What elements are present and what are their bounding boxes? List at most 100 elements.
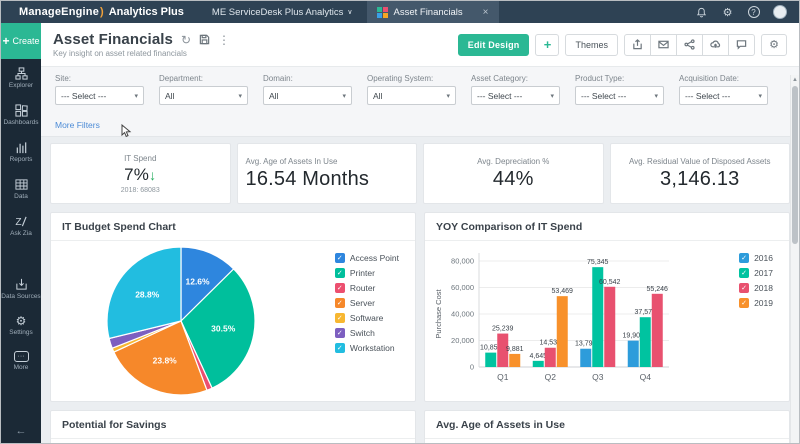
filter-site: Site: --- Select ---▾ <box>55 74 144 105</box>
it-budget-pie-chart[interactable]: 12.6%30.5%23.8%28.8% <box>103 243 259 399</box>
bar-2016-Q3[interactable] <box>580 349 591 367</box>
site-select[interactable]: --- Select ---▾ <box>55 86 144 105</box>
edit-design-button[interactable]: Edit Design <box>458 34 530 56</box>
bar-2018-Q2[interactable] <box>545 348 556 367</box>
sidebar-item-dashboards[interactable]: Dashboards <box>1 96 41 133</box>
legend-checkbox-icon: ✓ <box>335 313 345 323</box>
kpi-avg-age-assets[interactable]: Avg. Age of Assets In Use 16.54 Months <box>237 143 418 204</box>
sidebar-item-more[interactable]: ··· More <box>1 343 41 378</box>
yoy-bar-chart[interactable]: 020,00040,00060,00080,000Purchase CostQ1… <box>431 243 731 399</box>
data-sources-icon <box>15 278 28 291</box>
comment-button[interactable] <box>728 34 755 56</box>
legend-checkbox-icon: ✓ <box>335 328 345 338</box>
tab-asset-financials[interactable]: Asset Financials × <box>367 1 499 23</box>
legend-item-server[interactable]: ✓Server <box>335 298 399 308</box>
reports-bars-icon <box>15 141 28 154</box>
svg-text:4,645: 4,645 <box>529 353 547 360</box>
save-icon[interactable] <box>199 34 210 45</box>
more-filters-link[interactable]: More Filters <box>55 120 100 130</box>
legend-item-router[interactable]: ✓Router <box>335 283 399 293</box>
data-table-icon <box>15 178 28 191</box>
filter-product-type: Product Type: --- Select ---▾ <box>575 74 664 105</box>
legend-checkbox-icon: ✓ <box>335 253 345 263</box>
legend-item-2017[interactable]: ✓2017 <box>739 268 773 278</box>
legend-item-2018[interactable]: ✓2018 <box>739 283 773 293</box>
bar-2017-Q1[interactable] <box>485 353 496 367</box>
legend-item-2016[interactable]: ✓2016 <box>739 253 773 263</box>
filter-domain: Domain: All▾ <box>263 74 352 105</box>
kpi-avg-residual-value[interactable]: Avg. Residual Value of Disposed Assets 3… <box>610 143 791 204</box>
legend-item-access-point[interactable]: ✓Access Point <box>335 253 399 263</box>
help-icon[interactable]: ? <box>747 6 760 19</box>
bar-2017-Q4[interactable] <box>640 317 651 367</box>
sidebar-item-data-sources[interactable]: Data Sources <box>1 270 41 307</box>
create-button[interactable]: + Create <box>1 23 41 59</box>
potential-savings-title: Potential for Savings <box>51 411 415 439</box>
scroll-up-icon[interactable]: ▲ <box>791 75 799 85</box>
legend-item-workstation[interactable]: ✓Workstation <box>335 343 399 353</box>
workspace-switcher[interactable]: ME ServiceDesk Plus Analytics ∨ <box>198 1 367 23</box>
brand-logo[interactable]: ManageEngine)Analytics Plus <box>1 1 198 23</box>
filter-operating-system: Operating System: All▾ <box>367 74 456 105</box>
legend-item-software[interactable]: ✓Software <box>335 313 399 323</box>
svg-text:80,000: 80,000 <box>451 257 474 266</box>
svg-text:55,246: 55,246 <box>647 286 669 293</box>
gear-icon[interactable]: ⚙ <box>721 6 734 19</box>
operating-system-select[interactable]: All▾ <box>367 86 456 105</box>
department-select[interactable]: All▾ <box>159 86 248 105</box>
dashboard-tab-icon <box>377 7 388 18</box>
tab-close-icon[interactable]: × <box>483 7 489 18</box>
share-button[interactable] <box>676 34 703 56</box>
email-button[interactable] <box>650 34 677 56</box>
asset-category-select[interactable]: --- Select ---▾ <box>471 86 560 105</box>
svg-text:40,000: 40,000 <box>451 310 474 319</box>
legend-item-2019[interactable]: ✓2019 <box>739 298 773 308</box>
brand-manageengine: ManageEngine <box>19 6 99 18</box>
kpi-avg-depreciation[interactable]: Avg. Depreciation % 44% <box>423 143 604 204</box>
vertical-scrollbar[interactable]: ▲ <box>790 75 799 444</box>
legend-item-switch[interactable]: ✓Switch <box>335 328 399 338</box>
scrollbar-thumb[interactable] <box>792 86 798 244</box>
bar-2018-Q4[interactable] <box>652 294 663 367</box>
refresh-icon[interactable]: ↻ <box>181 33 191 47</box>
legend-item-printer[interactable]: ✓Printer <box>335 268 399 278</box>
kpi-it-spend[interactable]: IT Spend 7%↓ 2018: 68083 <box>50 143 231 204</box>
sidebar-item-settings[interactable]: ⚙ Settings <box>1 307 41 343</box>
legend-checkbox-icon: ✓ <box>335 268 345 278</box>
sidebar-item-ask-zia[interactable]: Z Ask Zia <box>1 207 41 244</box>
zia-icon: Z <box>14 215 28 228</box>
bar-2017-Q2[interactable] <box>533 361 544 367</box>
themes-button[interactable]: Themes <box>565 34 618 56</box>
settings-button[interactable]: ⚙ <box>761 34 787 56</box>
kebab-menu-icon[interactable]: ⋮ <box>218 33 230 47</box>
explorer-tree-icon <box>15 67 28 80</box>
chevron-down-icon: ▾ <box>550 92 554 100</box>
bar-chart-card: YOY Comparison of IT Spend 020,00040,000… <box>424 212 790 402</box>
bar-2016-Q4[interactable] <box>628 341 639 367</box>
cloud-upload-button[interactable] <box>702 34 729 56</box>
main-panel: Asset Financials ↻ ⋮ Key insight on asse… <box>41 23 799 444</box>
domain-select[interactable]: All▾ <box>263 86 352 105</box>
dashboards-grid-icon <box>15 104 28 117</box>
pie-chart-card: IT Budget Spend Chart 12.6%30.5%23.8%28.… <box>50 212 416 402</box>
bar-2018-Q3[interactable] <box>604 287 615 367</box>
svg-text:60,542: 60,542 <box>599 279 621 286</box>
add-report-button[interactable]: + <box>535 34 559 56</box>
app-window: ManageEngine)Analytics Plus ME ServiceDe… <box>0 0 800 444</box>
user-avatar[interactable] <box>773 5 787 19</box>
svg-text:60,000: 60,000 <box>451 283 474 292</box>
pie-chart-title: IT Budget Spend Chart <box>51 213 415 241</box>
bar-2019-Q2[interactable] <box>557 296 568 367</box>
sidebar-item-explorer[interactable]: Explorer <box>1 59 41 96</box>
product-type-select[interactable]: --- Select ---▾ <box>575 86 664 105</box>
chevron-down-icon: ▾ <box>342 92 346 100</box>
collapse-sidebar-icon[interactable]: ← <box>1 419 41 444</box>
acquisition-date-select[interactable]: --- Select ---▾ <box>679 86 768 105</box>
sidebar-item-data[interactable]: Data <box>1 170 41 207</box>
svg-text:53,469: 53,469 <box>552 288 574 295</box>
bell-icon[interactable] <box>695 6 708 19</box>
legend-checkbox-icon: ✓ <box>739 253 749 263</box>
sidebar-item-reports[interactable]: Reports <box>1 133 41 170</box>
bar-2019-Q1[interactable] <box>509 354 520 367</box>
export-button[interactable] <box>624 34 651 56</box>
